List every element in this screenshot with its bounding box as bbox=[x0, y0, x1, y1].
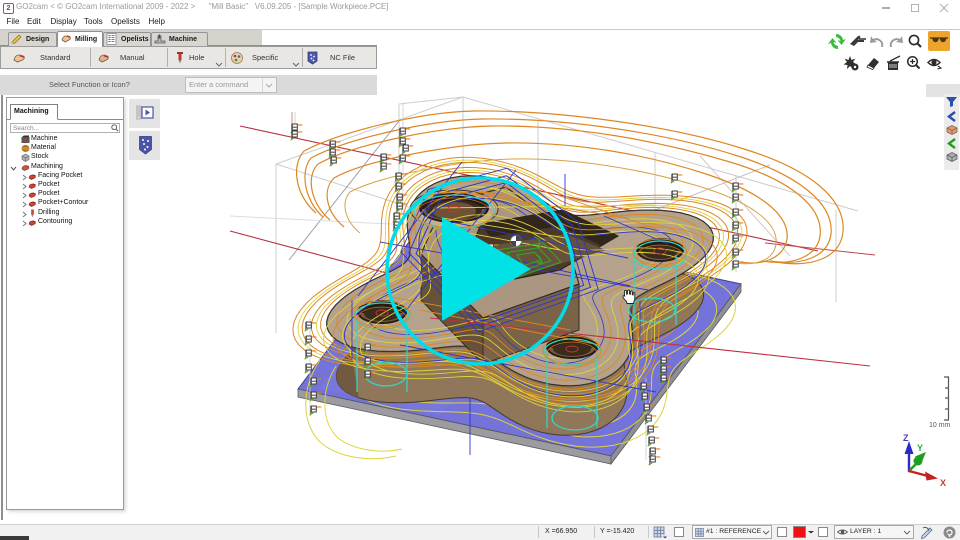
svg-text:Y: Y bbox=[917, 443, 923, 453]
svg-text:10 mm: 10 mm bbox=[929, 422, 951, 429]
svg-text:X: X bbox=[940, 478, 946, 488]
svg-text:Z: Z bbox=[903, 433, 909, 443]
